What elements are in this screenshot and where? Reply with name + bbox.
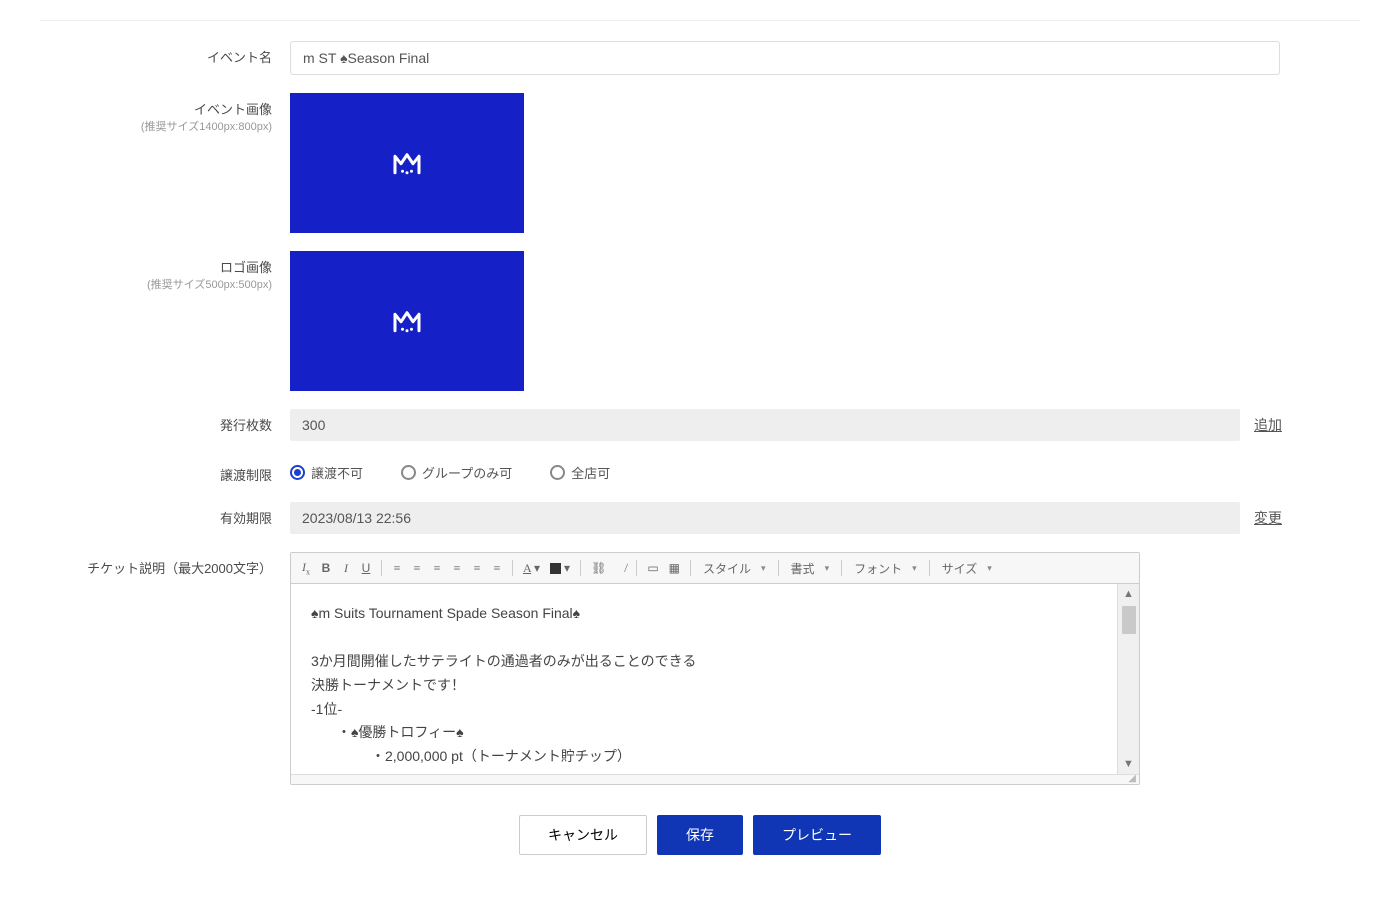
- footer-actions: キャンセル 保存 プレビュー: [40, 815, 1360, 855]
- radio-all-shops-label: 全店可: [571, 463, 610, 482]
- radio-no-transfer-label: 譲渡不可: [311, 463, 363, 482]
- scroll-down-icon[interactable]: ▼: [1118, 754, 1139, 774]
- chevron-down-icon: ▾: [825, 563, 830, 574]
- radio-icon: [290, 465, 305, 480]
- preview-button[interactable]: プレビュー: [753, 815, 881, 855]
- align-left-icon[interactable]: ≡: [428, 558, 446, 579]
- add-link[interactable]: 追加: [1254, 415, 1282, 435]
- label-transfer-limit: 譲渡制限: [40, 459, 290, 484]
- editor-line: ・♠優勝トロフィー♠: [311, 721, 1119, 745]
- size-dropdown-label: サイズ: [942, 560, 978, 577]
- chevron-down-icon: ▾: [912, 563, 917, 574]
- editor-line: 3か月間開催したサテライトの通過者のみが出ることのできる: [311, 650, 1119, 674]
- separator: [929, 560, 930, 576]
- chevron-down-icon: ▾: [761, 563, 766, 574]
- separator: [778, 560, 779, 576]
- link-icon[interactable]: ⛓: [587, 558, 610, 579]
- unlink-icon[interactable]: ⛓̸: [612, 558, 630, 579]
- save-button[interactable]: 保存: [657, 815, 743, 855]
- separator: [381, 560, 382, 576]
- ticket-desc-editor: Ix B I U ≡ ≡ ≡ ≡ ≡ ≡ A ▾ ▾ ⛓ ⛓̸ ▭ ▦: [290, 552, 1140, 785]
- radio-icon: [401, 465, 416, 480]
- table-icon[interactable]: ▦: [665, 558, 684, 579]
- expiry-value: 2023/08/13 22:56: [290, 502, 1240, 534]
- label-logo-image-text: ロゴ画像: [220, 260, 272, 275]
- transfer-limit-radio-group: 譲渡不可 グループのみ可 全店可: [290, 459, 610, 482]
- italic-icon[interactable]: I: [337, 558, 355, 579]
- editor-scrollbar[interactable]: ▲ ▼: [1117, 584, 1139, 774]
- editor-line: 決勝トーナメントです！: [311, 674, 1119, 698]
- radio-no-transfer[interactable]: 譲渡不可: [290, 463, 363, 482]
- label-event-image-note: (推奨サイズ1400px:800px): [40, 118, 272, 134]
- bg-color-icon[interactable]: ▾: [546, 558, 574, 579]
- font-dropdown[interactable]: フォント ▾: [848, 558, 923, 579]
- editor-line: ・2,000,000 pt（トーナメント貯チップ）: [311, 745, 1119, 769]
- separator: [690, 560, 691, 576]
- label-ticket-desc: チケット説明（最大2000文字）: [40, 552, 290, 577]
- cancel-button[interactable]: キャンセル: [519, 815, 647, 855]
- align-justify-icon[interactable]: ≡: [488, 558, 506, 579]
- format-dropdown[interactable]: 書式 ▾: [785, 558, 836, 579]
- label-expiry: 有効期限: [40, 502, 290, 527]
- label-event-name: イベント名: [40, 41, 290, 66]
- bullet-list-icon[interactable]: ≡: [408, 558, 426, 579]
- editor-line: ♠m Suits Tournament Spade Season Final♠: [311, 602, 1119, 626]
- clear-format-icon[interactable]: Ix: [297, 557, 315, 579]
- radio-icon: [550, 465, 565, 480]
- editor-resize-handle[interactable]: ◢: [291, 774, 1139, 784]
- label-issue-count: 発行枚数: [40, 409, 290, 434]
- separator: [580, 560, 581, 576]
- bold-icon[interactable]: B: [317, 558, 335, 578]
- label-event-image-text: イベント画像: [194, 102, 272, 117]
- align-right-icon[interactable]: ≡: [468, 558, 486, 579]
- issue-count-value: 300: [290, 409, 1240, 441]
- size-dropdown[interactable]: サイズ ▾: [936, 558, 998, 579]
- separator: [512, 560, 513, 576]
- style-dropdown-label: スタイル: [703, 560, 751, 577]
- font-dropdown-label: フォント: [854, 560, 902, 577]
- logo-m-icon: [392, 150, 422, 176]
- radio-group-only-label: グループのみ可: [422, 463, 512, 482]
- radio-group-only[interactable]: グループのみ可: [401, 463, 512, 482]
- label-logo-image: ロゴ画像 (推奨サイズ500px:500px): [40, 251, 290, 292]
- text-color-icon[interactable]: A ▾: [519, 558, 544, 579]
- radio-all-shops[interactable]: 全店可: [550, 463, 610, 482]
- align-center-icon[interactable]: ≡: [448, 558, 466, 579]
- numbered-list-icon[interactable]: ≡: [388, 558, 406, 579]
- underline-icon[interactable]: U: [357, 558, 375, 578]
- image-icon[interactable]: ▭: [643, 558, 662, 579]
- separator: [841, 560, 842, 576]
- style-dropdown[interactable]: スタイル ▾: [697, 558, 772, 579]
- logo-image-preview[interactable]: [290, 251, 524, 391]
- event-image-preview[interactable]: [290, 93, 524, 233]
- format-dropdown-label: 書式: [791, 560, 815, 577]
- chevron-down-icon: ▾: [987, 563, 992, 574]
- change-link[interactable]: 変更: [1254, 508, 1282, 528]
- label-logo-image-note: (推奨サイズ500px:500px): [40, 276, 272, 292]
- editor-line: -1位-: [311, 698, 1119, 722]
- label-event-image: イベント画像 (推奨サイズ1400px:800px): [40, 93, 290, 134]
- separator: [636, 560, 637, 576]
- event-name-input[interactable]: [290, 41, 1280, 75]
- scroll-thumb[interactable]: [1122, 606, 1136, 634]
- scroll-up-icon[interactable]: ▲: [1118, 584, 1139, 604]
- editor-content[interactable]: ♠m Suits Tournament Spade Season Final♠ …: [291, 584, 1139, 774]
- logo-m-icon: [392, 308, 422, 334]
- editor-toolbar: Ix B I U ≡ ≡ ≡ ≡ ≡ ≡ A ▾ ▾ ⛓ ⛓̸ ▭ ▦: [291, 553, 1139, 584]
